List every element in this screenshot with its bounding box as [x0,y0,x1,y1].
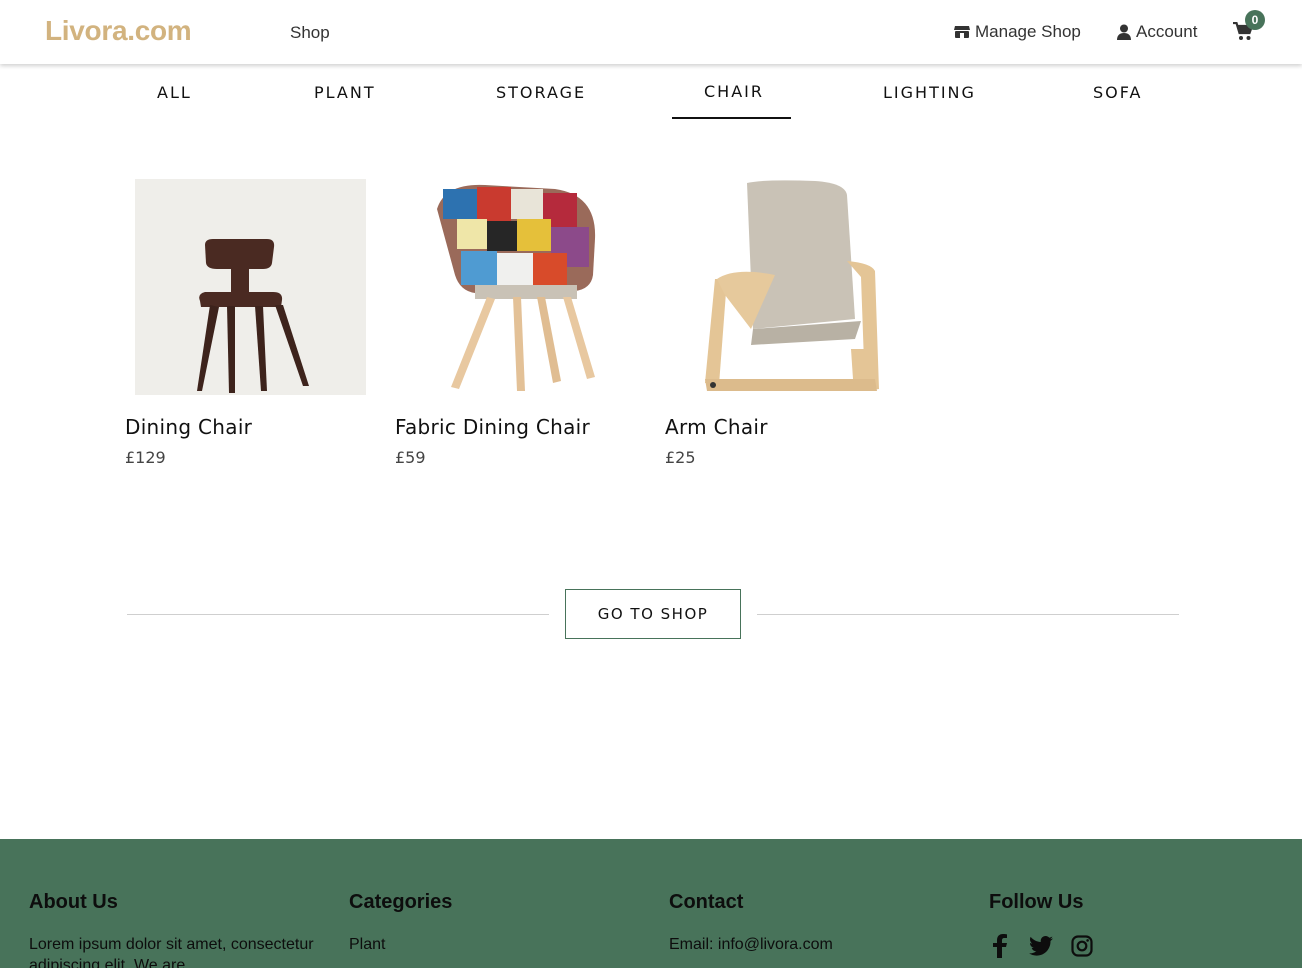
footer-about-heading: About Us [29,891,118,913]
tab-storage[interactable]: STORAGE [496,83,586,102]
account-link[interactable]: Account [1117,22,1197,42]
footer-about: About Us Lorem ipsum dolor sit amet, con… [29,891,319,968]
product-image-arm-chair[interactable] [675,179,906,395]
twitter-icon[interactable] [1029,936,1053,956]
product-image-fabric-dining-chair[interactable] [405,179,636,395]
manage-shop-link[interactable]: Manage Shop [954,22,1081,42]
store-icon [954,26,970,38]
instagram-icon[interactable] [1071,935,1093,957]
footer-contact-heading: Contact [669,891,744,913]
active-tab-underline [672,117,791,119]
tab-chair[interactable]: CHAIR [704,82,764,101]
tab-all[interactable]: ALL [157,83,192,102]
product-price: £25 [665,448,696,467]
divider-left [127,614,549,615]
footer-follow-heading: Follow Us [989,891,1084,913]
footer-categories: Categories Plant [349,891,452,955]
account-label: Account [1136,22,1198,41]
footer-contact-email[interactable]: Email: info@livora.com [669,934,833,955]
divider-right [757,614,1179,615]
manage-shop-label: Manage Shop [975,22,1081,41]
go-to-shop-button[interactable]: GO TO SHOP [565,589,741,639]
footer-follow: Follow Us [989,891,1093,958]
tab-plant[interactable]: PLANT [314,83,376,102]
product-name[interactable]: Fabric Dining Chair [395,415,590,439]
footer-categories-heading: Categories [349,891,453,913]
footer-about-text: Lorem ipsum dolor sit amet, consectetur … [29,936,314,968]
footer: About Us Lorem ipsum dolor sit amet, con… [0,839,1302,968]
product-name[interactable]: Arm Chair [665,415,768,439]
social-links [989,934,1093,958]
footer-contact: Contact Email: info@livora.com [669,891,833,955]
tab-lighting[interactable]: LIGHTING [883,83,976,102]
facebook-icon[interactable] [989,934,1011,958]
user-icon [1117,24,1131,40]
top-navbar: Livora.com Shop Manage Shop Account 0 [0,0,1302,64]
cart-count-badge: 0 [1245,10,1265,30]
product-price: £59 [395,448,426,467]
product-image-dining-chair[interactable] [135,179,366,395]
product-price: £129 [125,448,166,467]
product-name[interactable]: Dining Chair [125,415,252,439]
nav-shop-link[interactable]: Shop [290,23,330,43]
site-logo[interactable]: Livora.com [45,15,192,47]
tab-sofa[interactable]: SOFA [1093,83,1142,102]
footer-category-link[interactable]: Plant [349,934,452,955]
